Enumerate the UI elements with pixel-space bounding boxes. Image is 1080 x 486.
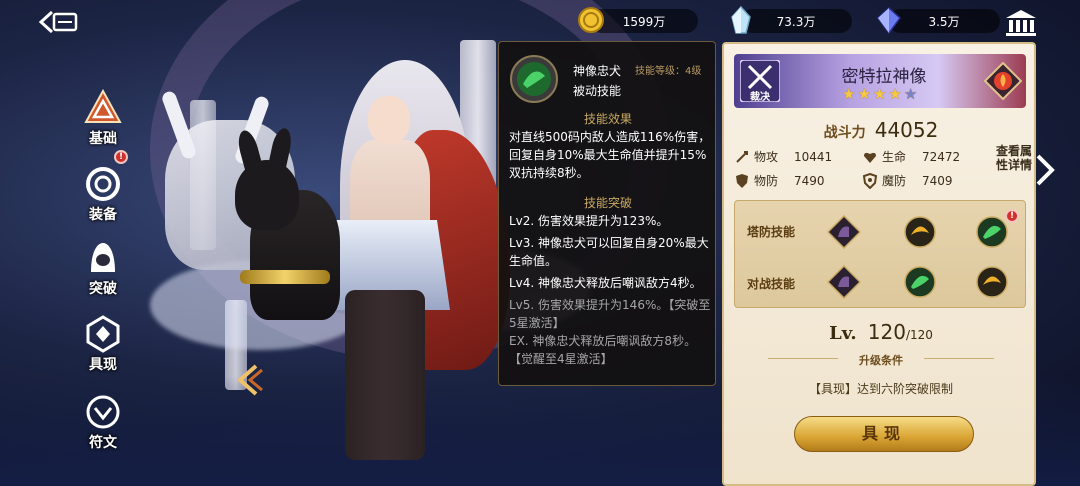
dog-skill-icon — [510, 55, 558, 103]
rune-icon — [86, 395, 120, 429]
class-label: 裁决 — [750, 92, 770, 103]
menu-item-basic[interactable]: 基础 — [68, 88, 138, 158]
top-bar: 1599万 73.3万 3.5万 — [0, 0, 1080, 40]
skill-name: 神像忠犬 — [573, 64, 622, 78]
triangle-emblem-icon — [84, 88, 122, 123]
menu-label: 具现 — [89, 357, 117, 373]
horn-skill-icon[interactable] — [975, 265, 1009, 299]
level-row: Lv. 120/120 — [724, 320, 1038, 344]
crest-icon — [86, 315, 120, 353]
level-current: 120 — [867, 320, 906, 344]
upgrade-description: 【具现】达到六阶突破限制 — [808, 382, 953, 396]
menu-item-rune[interactable]: 符文 — [68, 392, 138, 462]
crystal-counter[interactable]: 73.3万 — [731, 5, 852, 34]
stat-label: 物防 — [754, 174, 779, 188]
break-ex: EX. 神像忠犬释放后嘲讽敌方8秒。【觉醒至4星激活】 — [509, 334, 697, 366]
menu-label: 基础 — [89, 131, 117, 147]
dog-skill-icon[interactable] — [827, 265, 861, 299]
stat-label: 物攻 — [754, 150, 779, 164]
sword-icon — [736, 150, 748, 163]
ring-icon — [86, 167, 120, 201]
break-lv5: Lv5. 伤害效果提升为146%。【突破至5星激活】 — [509, 298, 711, 330]
break-section-title: 技能突破 — [583, 196, 632, 210]
divider — [924, 358, 994, 359]
stat-label: 魔防 — [882, 174, 907, 188]
stat-hp: 生命 72472 — [862, 148, 960, 165]
fire-element-icon — [984, 62, 1022, 100]
notification-badge: ! — [114, 150, 128, 164]
power-value: 44052 — [874, 118, 939, 142]
menu-item-manifest[interactable]: 具现 — [68, 314, 138, 384]
hood-icon — [91, 243, 115, 272]
green-skill-icon[interactable] — [903, 265, 937, 299]
menu-item-breakthrough[interactable]: 突破 — [68, 238, 138, 308]
level-max: /120 — [905, 328, 933, 342]
menu-label: 符文 — [89, 435, 117, 451]
menu-label: 装备 — [89, 207, 117, 223]
tooltip-header: 神像忠犬 技能等级：4级 被动技能 — [509, 54, 709, 106]
star-filled-icon: ★ — [872, 85, 887, 103]
tower-skill-label: 塔防技能 — [747, 225, 796, 239]
stat-value: 72472 — [922, 149, 961, 164]
prev-hero-arrow-icon[interactable] — [232, 362, 268, 398]
stat-value: 10441 — [794, 149, 833, 164]
skill-level: 技能等级：4级 — [635, 66, 702, 77]
effect-section-title: 技能效果 — [583, 112, 632, 126]
stat-atk: 物攻 10441 — [734, 148, 832, 165]
hero-banner: 裁决 密特拉神像 ★ ★ ★ ★ ★ — [734, 54, 1026, 108]
stat-mdef: 魔防 7409 — [862, 172, 953, 189]
stat-value: 7409 — [922, 173, 953, 188]
green-skill-icon[interactable] — [975, 215, 1009, 249]
bank-icon[interactable] — [1004, 8, 1038, 38]
power-label: 战斗力 — [823, 125, 866, 141]
battle-skill-label: 对战技能 — [747, 277, 796, 291]
power-row: 战斗力 44052 — [724, 118, 1038, 142]
star-empty-icon: ★ — [903, 85, 918, 103]
magic-shield-icon — [862, 172, 878, 189]
character-face — [368, 96, 410, 144]
back-arrow-icon[interactable] — [38, 8, 82, 36]
skills-box: 塔防技能 对战技能 ! — [734, 200, 1026, 308]
stat-value: 7490 — [794, 173, 825, 188]
dog-collar — [240, 270, 330, 284]
view-attributes-button[interactable]: 查看属性详情 — [996, 144, 1034, 172]
menu-label: 突破 — [89, 281, 117, 297]
manifest-button[interactable]: 具现 — [794, 416, 974, 452]
stats-block: 物攻 10441 生命 72472 物防 7490 魔防 7409 — [734, 144, 984, 192]
skill-type: 被动技能 — [573, 84, 622, 98]
shield-icon — [736, 173, 748, 188]
gem-counter[interactable]: 3.5万 — [876, 6, 1000, 35]
gold-counter[interactable]: 1599万 — [578, 7, 698, 33]
dog-skill-icon[interactable] — [827, 215, 861, 249]
level-label: Lv. — [829, 323, 857, 344]
crystal-value: 73.3万 — [776, 14, 816, 29]
horn-skill-icon[interactable] — [903, 215, 937, 249]
star-filled-icon: ★ — [888, 85, 902, 103]
menu-item-equipment[interactable]: ! 装备 — [68, 150, 138, 234]
break-lv2: Lv2. 伤害效果提升为123%。 — [509, 214, 669, 228]
hero-name: 密特拉神像 — [841, 67, 927, 87]
star-rating: ★ ★ ★ ★ ★ — [842, 86, 917, 102]
gold-value: 1599万 — [622, 14, 666, 29]
character-legs — [345, 290, 425, 460]
upgrade-title: 升级条件 — [859, 354, 903, 367]
star-filled-icon: ★ — [857, 85, 871, 103]
hero-info-panel: 裁决 密特拉神像 ★ ★ ★ ★ ★ 战斗力 44052 物攻 10441 生命… — [722, 42, 1036, 486]
next-arrow-icon[interactable] — [1034, 152, 1056, 188]
gold-coin-icon — [578, 7, 604, 33]
skill-tooltip: 神像忠犬 技能等级：4级 被动技能 技能效果 对直线500码内敌人造成116%伤… — [498, 41, 716, 386]
break-lv3: Lv3. 神像忠犬可以回复自身20%最大生命值。 — [509, 236, 709, 268]
stat-def: 物防 7490 — [734, 172, 825, 189]
break-lv4: Lv4. 神像忠犬释放后嘲讽敌方4秒。 — [509, 276, 702, 290]
gem-icon — [876, 6, 902, 35]
star-filled-icon: ★ — [842, 85, 856, 103]
heart-icon — [864, 152, 876, 163]
effect-text: 对直线500码内敌人造成116%伤害，回复自身10%最大生命值并提升15%双抗持… — [509, 130, 711, 180]
crystal-icon — [731, 5, 751, 34]
gem-value: 3.5万 — [928, 14, 960, 29]
stat-label: 生命 — [882, 150, 907, 164]
